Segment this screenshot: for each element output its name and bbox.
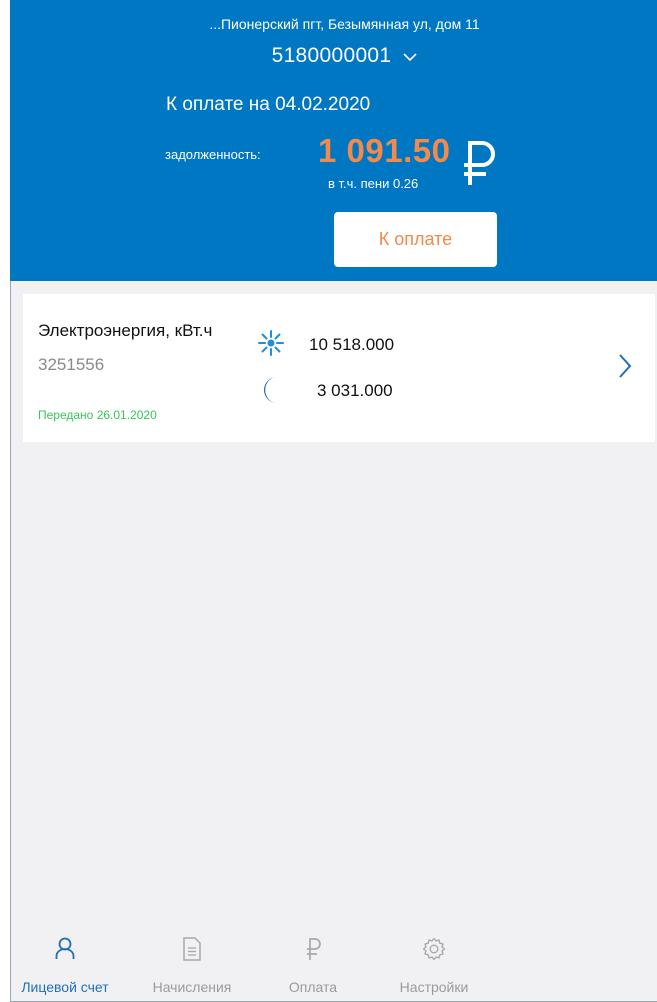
chevron-down-icon [403,53,417,62]
gear-icon [422,937,446,961]
meter-title: Электроэнергия, кВт.ч [38,321,213,340]
account-selector[interactable]: 5180000001 [10,44,657,68]
account-address: ...Пионерский пгт, Безымянная ул, дом 11 [209,16,480,32]
app: ...Пионерский пгт, Безымянная ул, дом 11… [0,0,657,1002]
nav-label-charges: Начисления [152,979,232,995]
bottom-navigation: Лицевой счет Начисления Оплата Настройки [10,925,490,1002]
pay-button[interactable]: К оплате [334,212,497,267]
chevron-right-icon[interactable] [617,352,633,380]
nav-item-charges[interactable]: Начисления [137,925,247,1002]
due-title: К оплате на 04.02.2020 [166,94,371,115]
ruble-icon [307,938,321,960]
penalty-amount: в т.ч. пени 0.26 [328,176,419,191]
debt-amount: 1 091.50 [318,132,451,169]
account-header: ...Пионерский пгт, Безымянная ул, дом 11… [10,0,657,281]
meter-card[interactable]: Электроэнергия, кВт.ч 3251556 Передано 2… [23,294,655,442]
nav-item-account[interactable]: Лицевой счет [10,925,120,1002]
meter-serial: 3251556 [38,355,105,374]
user-icon [55,937,75,959]
night-reading: 3 031.000 [317,381,393,400]
nav-item-settings[interactable]: Настройки [379,925,489,1002]
nav-label-settings: Настройки [399,979,469,995]
moon-icon [264,377,277,403]
ruble-icon [464,141,495,185]
sun-icon [258,330,284,356]
meter-sent-status: Передано 26.01.2020 [38,408,157,422]
nav-item-payment[interactable]: Оплата [258,925,368,1002]
nav-label-account: Лицевой счет [21,979,109,995]
debt-label: задолженность: [165,147,261,162]
account-number: 5180000001 [271,44,392,67]
day-reading: 10 518.000 [309,335,395,354]
document-icon [183,937,201,961]
nav-label-payment: Оплата [288,979,338,995]
